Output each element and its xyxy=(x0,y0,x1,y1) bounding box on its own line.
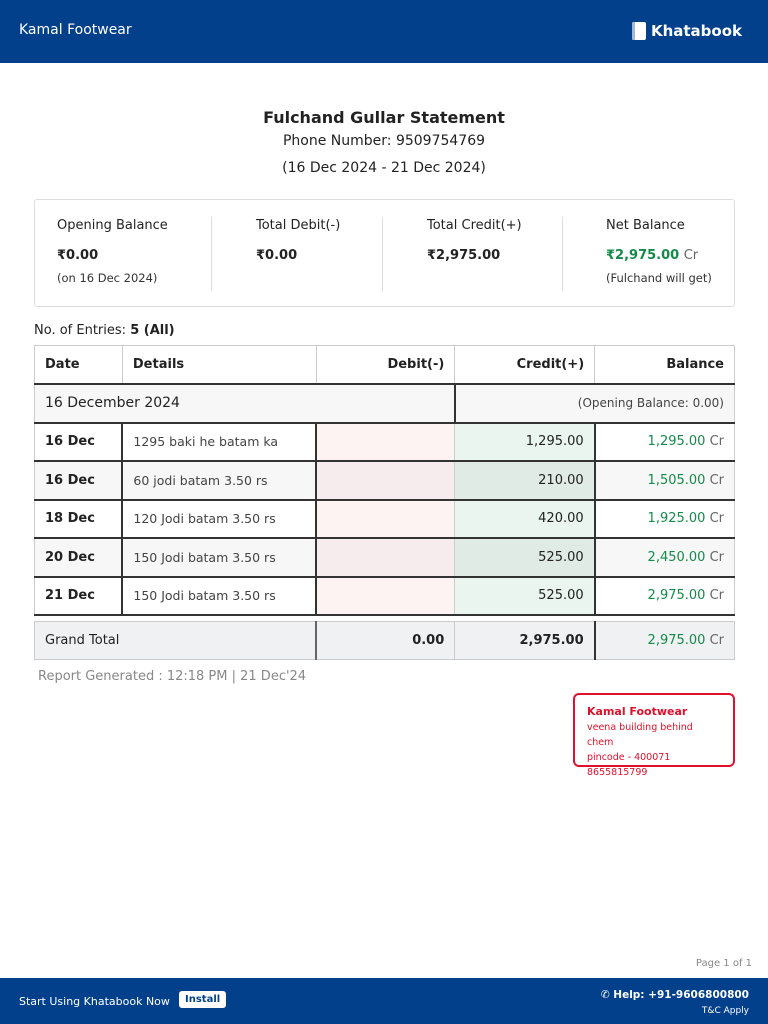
tc-link[interactable]: T&C Apply xyxy=(702,1006,749,1016)
row-debit xyxy=(315,537,456,578)
date-range: (16 Dec 2024 - 21 Dec 2024) xyxy=(282,160,486,176)
row-debit xyxy=(315,460,456,501)
summary-card: Opening Balance ₹0.00 (on 16 Dec 2024) Tot… xyxy=(34,199,735,307)
col-credit: Credit(+) xyxy=(454,345,596,385)
footer-bar: Start Using Khatabook Now Install ✆ Help… xyxy=(0,978,768,1024)
stamp-address: veena building behind chem xyxy=(587,722,693,748)
divider xyxy=(562,217,563,291)
row-date: 16 Dec xyxy=(34,460,123,501)
row-details: 1295 baki he batam ka xyxy=(121,422,318,462)
row-debit xyxy=(315,576,456,616)
cr-suffix: Cr xyxy=(709,434,724,450)
entries-count: No. of Entries: 5 (All) xyxy=(34,323,175,338)
entries-value: 5 (All) xyxy=(130,323,175,338)
cr-suffix: Cr xyxy=(709,633,724,648)
row-credit: 1,295.00 xyxy=(454,422,596,462)
top-bar: Kamal Footwear Khatabook xyxy=(0,0,768,63)
transactions-table: Date Details Debit(-) Credit(+) Balance … xyxy=(33,345,735,616)
row-date: 20 Dec xyxy=(34,537,123,578)
row-balance: 1,925.00 xyxy=(647,511,706,527)
col-debit: Debit(-) xyxy=(315,345,456,385)
row-details: 150 Jodi batam 3.50 rs xyxy=(121,576,318,616)
install-button[interactable]: Install xyxy=(179,991,227,1008)
table-row[interactable]: 20 Dec 150 Jodi batam 3.50 rs 525.00 2,4… xyxy=(34,537,735,578)
row-date: 16 Dec xyxy=(34,422,123,462)
help-line[interactable]: ✆ Help: +91-9606800800 xyxy=(601,989,749,1001)
row-date: 21 Dec xyxy=(34,576,123,616)
cr-suffix: Cr xyxy=(709,511,724,527)
total-credit: Total Credit(+) ₹2,975.00 xyxy=(427,218,522,263)
row-balance: 2,450.00 xyxy=(647,549,706,565)
phone-icon: ✆ xyxy=(600,989,610,1001)
cr-suffix: Cr xyxy=(709,588,724,604)
total-label: Grand Total xyxy=(33,621,317,660)
report-generated: Report Generated : 12:18 PM | 21 Dec'24 xyxy=(38,669,307,684)
total-debit: 0.00 xyxy=(315,621,456,660)
row-balance: 1,295.00 xyxy=(647,434,706,450)
row-credit: 525.00 xyxy=(454,537,596,578)
group-opening: (Opening Balance: 0.00) xyxy=(454,383,735,424)
divider xyxy=(382,217,383,291)
group-row: 16 December 2024 (Opening Balance: 0.00) xyxy=(33,383,735,424)
label: Total Credit(+) xyxy=(427,218,522,233)
stamp-phone: 8655815799 xyxy=(587,767,648,778)
net-balance: Net Balance ₹2,975.00 Cr (Fulchand will ge… xyxy=(606,218,712,285)
col-balance: Balance xyxy=(594,345,735,385)
statement-title: Fulchand Gullar Statement xyxy=(263,108,505,127)
row-balance: 1,505.00 xyxy=(647,472,706,488)
book-icon xyxy=(631,22,646,40)
help-text: Help: +91-9606800800 xyxy=(613,989,749,1001)
table-row[interactable]: 16 Dec 60 jodi batam 3.50 rs 210.00 1,50… xyxy=(34,460,735,501)
stamp-name: Kamal Footwear xyxy=(587,705,688,718)
row-debit xyxy=(315,422,456,462)
cr-suffix: Cr xyxy=(709,549,724,565)
cr-suffix: Cr xyxy=(709,472,724,488)
sub: (Fulchand will get) xyxy=(606,271,712,285)
label: Total Debit(-) xyxy=(256,218,341,233)
divider xyxy=(211,217,212,291)
row-details: 150 Jodi batam 3.50 rs xyxy=(121,537,318,578)
row-debit xyxy=(315,499,456,539)
khatabook-logo: Khatabook xyxy=(631,22,742,40)
brand-name: Khatabook xyxy=(650,22,742,40)
total-balance: 2,975.00 xyxy=(647,633,706,648)
grand-total-row: Grand Total 0.00 2,975.00 2,975.00 Cr xyxy=(33,621,735,660)
shop-stamp: Kamal Footwear veena building behind che… xyxy=(573,693,735,778)
footer-cta: Start Using Khatabook Now xyxy=(19,995,170,1008)
phone-number: Phone Number: 9509754769 xyxy=(282,133,486,149)
row-credit: 420.00 xyxy=(454,499,596,539)
col-details: Details xyxy=(121,345,317,385)
value: ₹2,975.00 xyxy=(427,248,501,263)
row-credit: 525.00 xyxy=(454,576,596,616)
col-date: Date xyxy=(34,345,123,385)
label: Net Balance xyxy=(606,218,685,233)
value: ₹0.00 xyxy=(256,248,298,263)
opening-balance: Opening Balance ₹0.00 (on 16 Dec 2024) xyxy=(57,218,168,285)
row-details: 120 Jodi batam 3.50 rs xyxy=(121,499,318,539)
value: ₹0.00 xyxy=(57,248,99,263)
row-credit: 210.00 xyxy=(454,460,596,501)
shop-name: Kamal Footwear xyxy=(19,22,132,38)
row-details: 60 jodi batam 3.50 rs xyxy=(121,460,318,501)
table-row[interactable]: 18 Dec 120 Jodi batam 3.50 rs 420.00 1,9… xyxy=(34,499,735,539)
row-date: 18 Dec xyxy=(34,499,123,539)
table-row[interactable]: 21 Dec 150 Jodi batam 3.50 rs 525.00 2,9… xyxy=(34,576,735,616)
entries-label: No. of Entries: xyxy=(34,323,127,338)
stamp-pincode: pincode - 400071 xyxy=(587,752,671,763)
total-debit: Total Debit(-) ₹0.00 xyxy=(256,218,340,263)
page-number: Page 1 of 1 xyxy=(695,958,752,969)
total-credit: 2,975.00 xyxy=(454,621,596,660)
label: Opening Balance xyxy=(57,218,168,233)
table-row[interactable]: 16 Dec 1295 baki he batam ka 1,295.00 1,… xyxy=(34,422,735,462)
value: ₹2,975.00 xyxy=(606,248,680,263)
group-date: 16 December 2024 xyxy=(33,383,456,424)
cr-suffix: Cr xyxy=(683,248,699,263)
sub: (on 16 Dec 2024) xyxy=(57,271,158,285)
row-balance: 2,975.00 xyxy=(647,588,706,604)
